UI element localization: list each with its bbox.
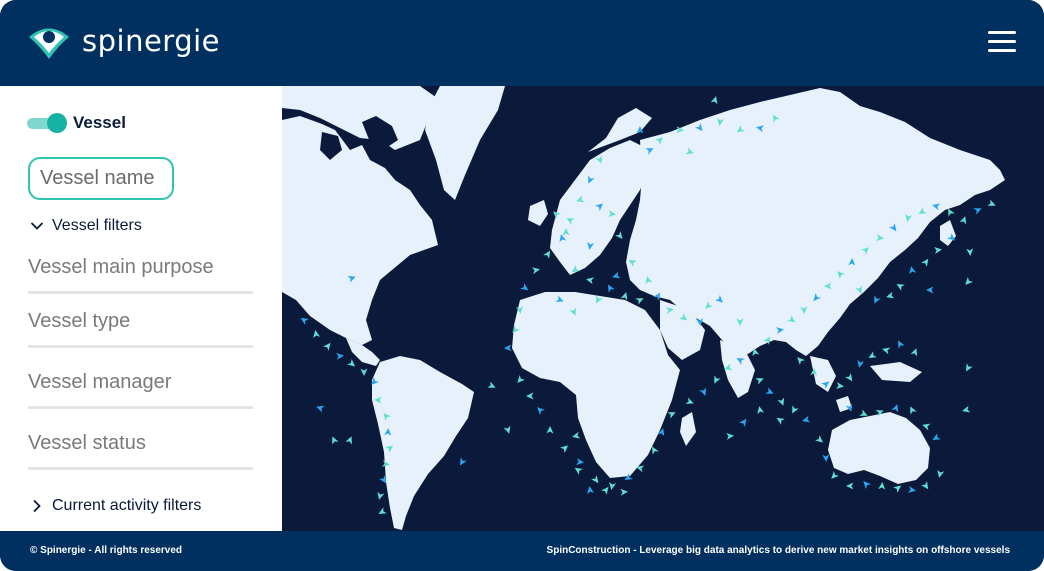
vessel-filters-label: Vessel filters xyxy=(52,217,142,234)
hamburger-menu-icon[interactable] xyxy=(988,31,1016,55)
vessel-type-select[interactable]: Vessel type xyxy=(28,298,253,348)
world-map[interactable] xyxy=(282,86,1044,531)
chevron-right-icon xyxy=(33,499,41,513)
location-pin-eye-icon xyxy=(29,28,69,59)
vessel-main-purpose-select[interactable]: Vessel main purpose xyxy=(28,244,253,294)
filter-label: Vessel status xyxy=(28,432,146,454)
vessel-toggle-row: Vessel xyxy=(27,112,126,134)
vessel-filters-header[interactable]: Vessel filters xyxy=(30,217,142,235)
brand-name: spinergie xyxy=(82,24,221,58)
app-header: spinergie xyxy=(0,0,1044,86)
vessel-manager-select[interactable]: Vessel manager xyxy=(28,359,253,409)
vessel-toggle-label: Vessel xyxy=(73,113,126,132)
filter-label: Vessel type xyxy=(28,310,131,332)
filter-label: Vessel main purpose xyxy=(28,256,214,278)
filter-sidebar: Vessel Vessel filters Vessel main purpos… xyxy=(0,86,282,531)
vessel-layer-toggle[interactable] xyxy=(27,112,67,134)
chevron-down-icon xyxy=(30,222,44,230)
vessel-status-select[interactable]: Vessel status xyxy=(28,420,253,470)
app-window: spinergie Vessel Vessel filters Vessel m… xyxy=(0,0,1044,571)
footer-tagline: SpinConstruction - Leverage big data ana… xyxy=(546,545,1010,556)
copyright-text: © Spinergie - All rights reserved xyxy=(30,545,183,556)
current-activity-filters-header[interactable]: Current activity filters xyxy=(30,497,201,515)
vessel-name-input[interactable] xyxy=(28,157,174,200)
filter-label: Vessel manager xyxy=(28,371,172,393)
app-footer: © Spinergie - All rights reserved SpinCo… xyxy=(0,531,1044,571)
current-activity-filters-label: Current activity filters xyxy=(52,497,202,514)
brand-logo[interactable]: spinergie xyxy=(28,22,220,60)
world-map-canvas[interactable] xyxy=(282,86,1044,531)
